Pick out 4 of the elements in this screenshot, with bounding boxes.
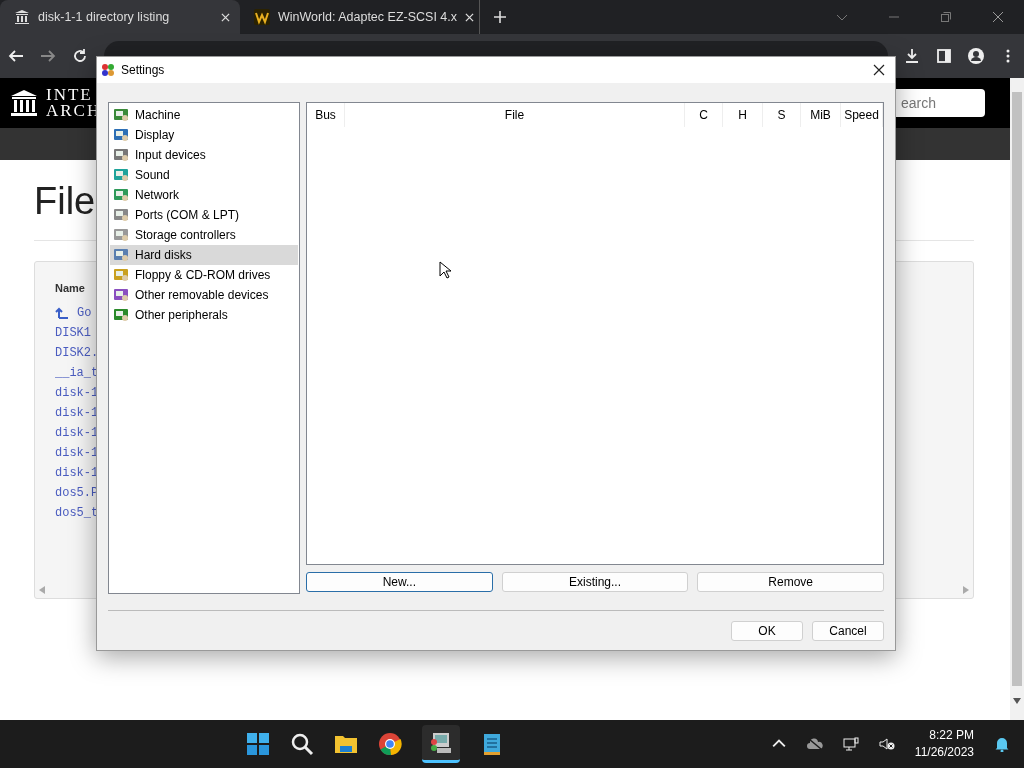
tab-title: WinWorld: Adaptec EZ-SCSI 4.x [278,10,457,24]
page-heading: File [34,180,96,220]
tab-title: disk-1-1 directory listing [38,10,171,24]
dialog-title: Settings [121,63,165,77]
